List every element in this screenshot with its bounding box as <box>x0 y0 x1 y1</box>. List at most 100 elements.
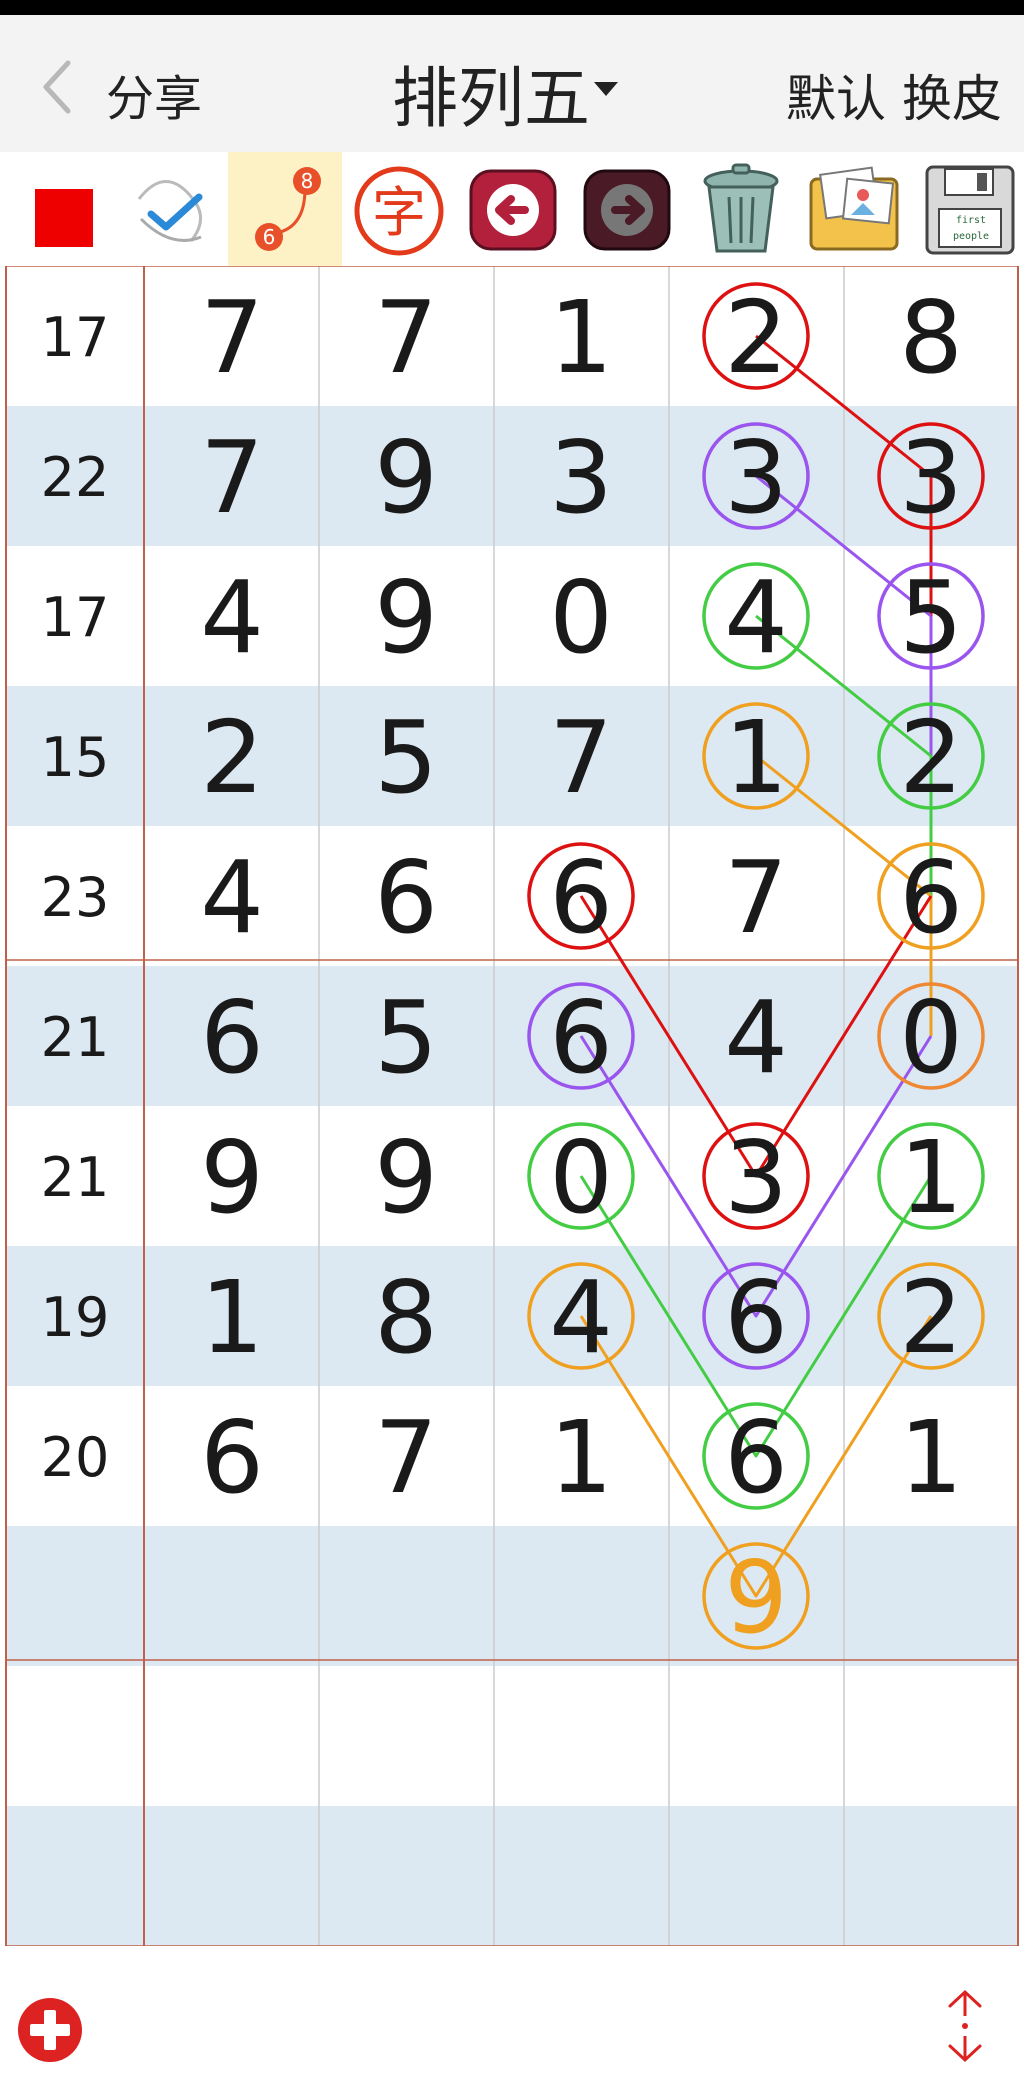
clear-button[interactable] <box>684 152 798 266</box>
header-actions: 默认 换皮 <box>786 59 1002 131</box>
draw-digit[interactable]: 3 <box>724 419 788 536</box>
draw-digit[interactable]: 6 <box>200 1399 264 1516</box>
draw-digit[interactable]: 2 <box>200 699 264 816</box>
draw-digit[interactable]: 7 <box>374 1399 438 1516</box>
page-title: 排列五 <box>392 60 590 137</box>
draw-digit[interactable]: 8 <box>374 1259 438 1376</box>
draw-digit[interactable]: 3 <box>899 419 963 536</box>
draw-digit[interactable]: 7 <box>200 419 264 536</box>
draw-digit[interactable]: 1 <box>724 699 788 816</box>
table-row <box>6 1386 1018 1526</box>
undo-button[interactable] <box>456 152 570 266</box>
table-row <box>6 1106 1018 1246</box>
row-sum: 21 <box>41 1006 110 1069</box>
draw-digit[interactable]: 5 <box>374 699 438 816</box>
char-stamp-icon: 字 <box>354 166 444 256</box>
trend-chart-grid[interactable]: 17 7 7 1 2 8 22 7 9 3 3 3 17 4 9 0 4 5 15 2 5 7 1 2 23 4 6 6 7 6 21 6 5 6… <box>0 266 1024 1946</box>
draw-digit[interactable]: 6 <box>374 839 438 956</box>
app-header: 分享 排列五 默认 换皮 <box>0 15 1024 152</box>
redo-button[interactable] <box>570 152 684 266</box>
draw-digit[interactable]: 5 <box>374 979 438 1096</box>
photo-album-icon <box>809 166 899 251</box>
check-mark-tool-button[interactable] <box>114 152 228 266</box>
row-sum: 17 <box>41 586 110 649</box>
save-button[interactable]: first people <box>912 152 1024 266</box>
caret-down-icon <box>594 81 618 96</box>
draw-digit[interactable]: 2 <box>899 699 963 816</box>
floppy-label-line2: people <box>953 231 989 242</box>
floppy-label-line1: first <box>956 215 986 226</box>
draw-digit[interactable]: 9 <box>374 419 438 536</box>
text-tool-button[interactable]: 字 <box>342 152 456 266</box>
table-row <box>6 966 1018 1106</box>
color-picker-button[interactable] <box>0 152 114 266</box>
draw-digit[interactable]: 3 <box>724 1119 788 1236</box>
bottom-bar <box>0 1946 1024 2083</box>
draw-digit[interactable]: 1 <box>899 1119 963 1236</box>
draw-digit[interactable]: 0 <box>549 559 613 676</box>
draw-digit[interactable]: 4 <box>200 559 264 676</box>
table-row <box>6 266 1018 406</box>
row-sum: 17 <box>41 306 110 369</box>
table-row <box>6 1246 1018 1386</box>
trend-chart-svg: 17 7 7 1 2 822 7 9 3 3 317 4 9 0 4 515 2 5 7 1 223 4 6 6 7 621 6 5 6… <box>5 266 1019 1946</box>
draw-digit[interactable]: 7 <box>724 839 788 956</box>
draw-digit[interactable]: 7 <box>374 279 438 396</box>
back-button[interactable] <box>38 57 78 117</box>
draw-digit[interactable]: 6 <box>549 979 613 1096</box>
table-row <box>6 826 1018 966</box>
row-sum: 15 <box>41 726 110 789</box>
undo-arrow-icon <box>469 169 557 251</box>
tool-bar: 8 6 字 first people <box>0 152 1024 266</box>
draw-digit[interactable]: 0 <box>549 1119 613 1236</box>
draw-digit[interactable]: 0 <box>899 979 963 1096</box>
scroll-toggle-button[interactable] <box>940 1986 990 2066</box>
change-skin-button[interactable]: 换皮 <box>902 70 1002 128</box>
line-connect-icon: 8 6 <box>255 167 321 251</box>
draw-digit[interactable]: 9 <box>200 1119 264 1236</box>
connect-line-tool-button[interactable]: 8 6 <box>228 152 342 266</box>
draw-digit[interactable]: 9 <box>374 559 438 676</box>
draw-digit[interactable]: 7 <box>549 699 613 816</box>
draw-digit[interactable]: 8 <box>899 279 963 396</box>
table-row <box>6 1666 1018 1806</box>
row-sum: 22 <box>41 446 110 509</box>
draw-digit[interactable]: 4 <box>549 1259 613 1376</box>
draw-digit[interactable]: 4 <box>724 979 788 1096</box>
table-row <box>6 546 1018 686</box>
draw-digit[interactable]: 1 <box>549 1399 613 1516</box>
draw-digit[interactable]: 4 <box>724 559 788 676</box>
draw-digit[interactable]: 6 <box>549 839 613 956</box>
default-button[interactable]: 默认 <box>786 70 886 128</box>
album-button[interactable] <box>798 152 912 266</box>
check-pen-icon <box>137 180 203 242</box>
lottery-type-dropdown[interactable]: 排列五 <box>392 45 618 141</box>
draw-digit[interactable]: 2 <box>724 279 788 396</box>
predicted-digit[interactable]: 9 <box>724 1539 788 1656</box>
redo-arrow-icon <box>583 169 671 251</box>
char-stamp-text: 字 <box>372 181 426 244</box>
status-bar <box>0 0 1024 15</box>
badge-bottom-text: 6 <box>263 225 276 249</box>
row-sum: 21 <box>41 1146 110 1209</box>
trash-can-icon <box>703 163 779 253</box>
draw-digit[interactable]: 1 <box>549 279 613 396</box>
draw-digit[interactable]: 6 <box>200 979 264 1096</box>
draw-digit[interactable]: 4 <box>200 839 264 956</box>
draw-digit[interactable]: 7 <box>200 279 264 396</box>
add-row-button[interactable] <box>16 1996 84 2064</box>
table-row <box>6 1526 1018 1666</box>
badge-top-text: 8 <box>301 169 314 193</box>
chevron-left-icon <box>43 60 71 114</box>
draw-digit[interactable]: 3 <box>549 419 613 536</box>
draw-digit[interactable]: 6 <box>899 839 963 956</box>
draw-digit[interactable]: 1 <box>899 1399 963 1516</box>
row-sum: 23 <box>41 866 110 929</box>
share-button[interactable]: 分享 <box>106 59 202 129</box>
draw-digit[interactable]: 1 <box>200 1259 264 1376</box>
draw-digit[interactable]: 6 <box>724 1399 788 1516</box>
draw-digit[interactable]: 5 <box>899 559 963 676</box>
draw-digit[interactable]: 6 <box>724 1259 788 1376</box>
draw-digit[interactable]: 2 <box>899 1259 963 1376</box>
draw-digit[interactable]: 9 <box>374 1119 438 1236</box>
